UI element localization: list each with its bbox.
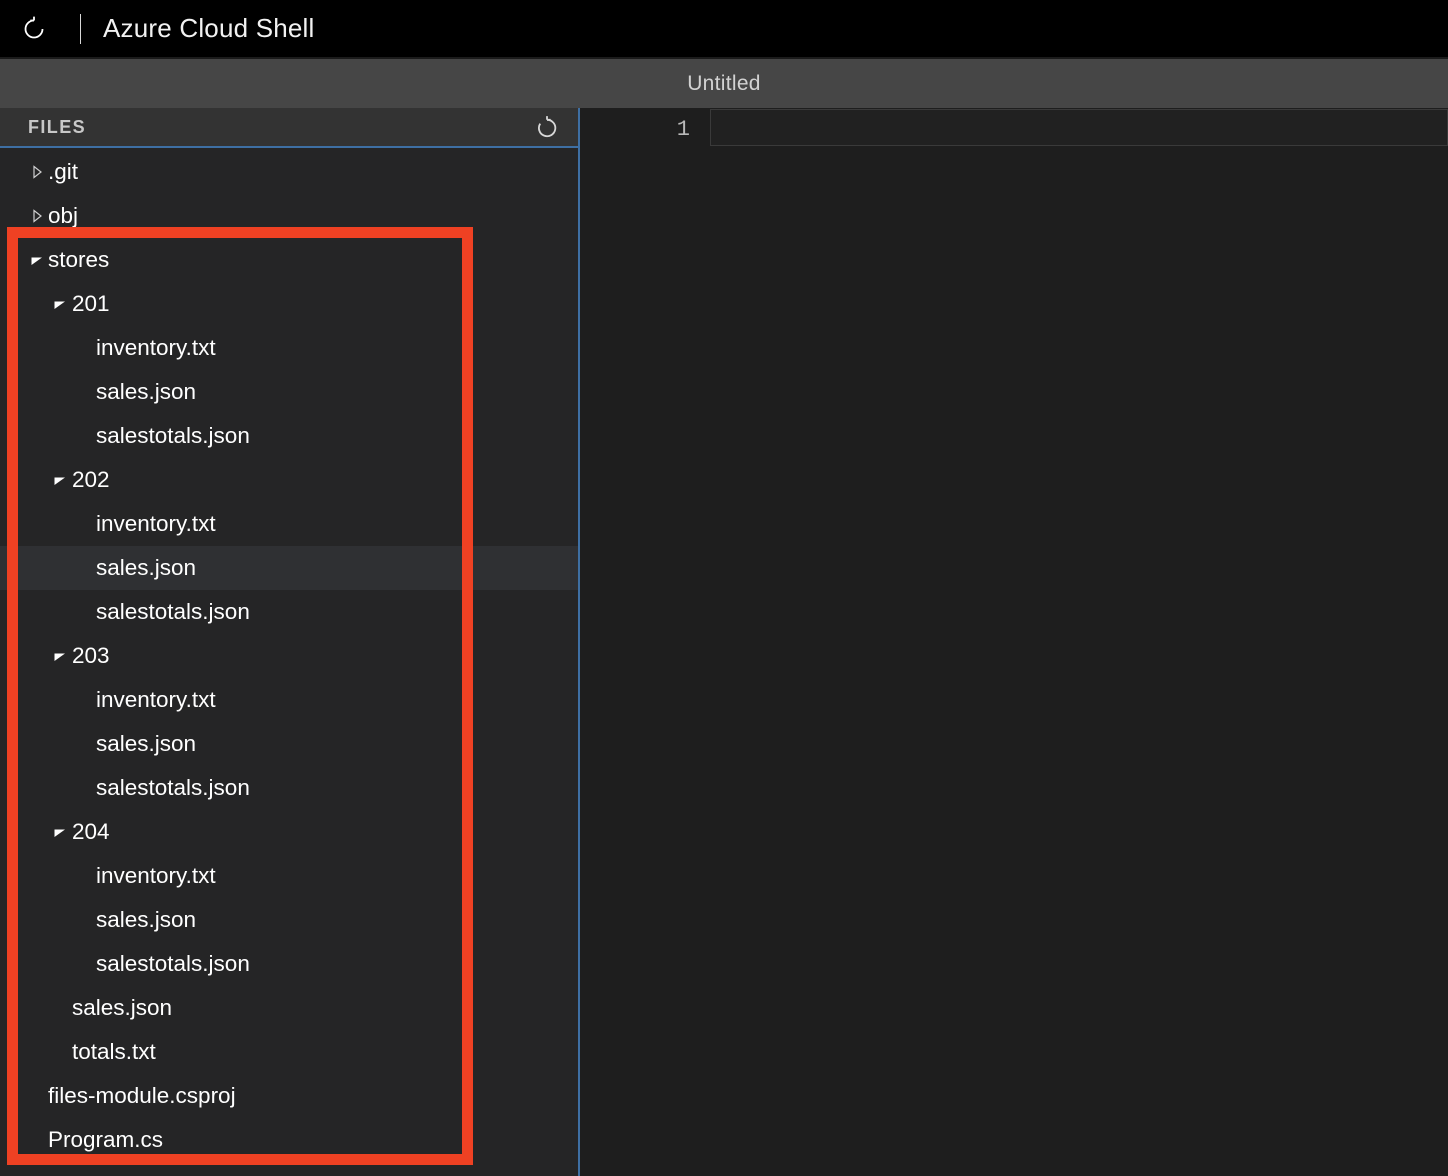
tree-folder-row[interactable]: .git bbox=[0, 150, 578, 194]
tree-folder-row[interactable]: 202 bbox=[0, 458, 578, 502]
tree-item-label: 201 bbox=[72, 291, 110, 316]
chevron-down-icon[interactable] bbox=[53, 297, 67, 311]
tree-file-row[interactable]: totals.txt bbox=[0, 1030, 578, 1074]
tree-file-row[interactable]: inventory.txt bbox=[0, 854, 578, 898]
tree-item-label: 203 bbox=[72, 643, 110, 668]
tree-file-row[interactable]: inventory.txt bbox=[0, 326, 578, 370]
chevron-down-icon[interactable] bbox=[53, 825, 67, 839]
files-header: FILES bbox=[0, 108, 578, 148]
chevron-right-icon[interactable] bbox=[30, 209, 44, 223]
tree-item-label: inventory.txt bbox=[96, 687, 216, 712]
tree-item-label: sales.json bbox=[72, 995, 173, 1020]
tree-file-row[interactable]: salestotals.json bbox=[0, 590, 578, 634]
tree-file-row[interactable]: sales.json bbox=[0, 986, 578, 1030]
tree-item-label: files-module.csproj bbox=[48, 1083, 236, 1108]
tree-file-row[interactable]: sales.json bbox=[0, 722, 578, 766]
tree-item-label: salestotals.json bbox=[96, 951, 250, 976]
tree-item-label: stores bbox=[48, 247, 110, 272]
tree-folder-row[interactable]: stores bbox=[0, 238, 578, 282]
tree-file-row[interactable]: sales.json bbox=[0, 898, 578, 942]
editor-gutter: 1 bbox=[580, 108, 710, 1176]
refresh-icon[interactable] bbox=[531, 112, 563, 144]
tree-item-label: inventory.txt bbox=[96, 511, 216, 536]
tree-item-label: 202 bbox=[72, 467, 110, 492]
tree-folder-row[interactable]: 203 bbox=[0, 634, 578, 678]
tree-file-row[interactable]: inventory.txt bbox=[0, 502, 578, 546]
tree-item-label: 204 bbox=[72, 819, 110, 844]
tab-untitled[interactable]: Untitled bbox=[687, 72, 761, 96]
tree-file-row[interactable]: files-module.csproj bbox=[0, 1074, 578, 1118]
chevron-down-icon[interactable] bbox=[30, 253, 44, 267]
files-header-label: FILES bbox=[28, 116, 87, 137]
tree-item-label: obj bbox=[48, 203, 79, 228]
tree-item-label: inventory.txt bbox=[96, 863, 216, 888]
current-line-highlight bbox=[710, 109, 1448, 146]
restart-icon[interactable] bbox=[16, 11, 52, 47]
code-editor[interactable]: 1 bbox=[580, 108, 1448, 1176]
tree-file-row[interactable]: salestotals.json bbox=[0, 414, 578, 458]
tree-item-label: salestotals.json bbox=[96, 775, 250, 800]
chevron-right-icon[interactable] bbox=[30, 165, 44, 179]
tree-file-row[interactable]: sales.json bbox=[0, 546, 578, 590]
files-sidebar: FILES .git obj stores 201 inventory.txt sales… bbox=[0, 108, 580, 1176]
title-bar: Azure Cloud Shell bbox=[0, 0, 1448, 57]
tree-file-row[interactable]: salestotals.json bbox=[0, 766, 578, 810]
tree-item-label: Program.cs bbox=[48, 1127, 164, 1152]
tree-item-label: inventory.txt bbox=[96, 335, 216, 360]
app-title: Azure Cloud Shell bbox=[103, 13, 315, 43]
line-number: 1 bbox=[676, 117, 690, 142]
tree-folder-row[interactable]: obj bbox=[0, 194, 578, 238]
tree-item-label: salestotals.json bbox=[96, 423, 250, 448]
tree-folder-row[interactable]: 201 bbox=[0, 282, 578, 326]
tree-item-label: salestotals.json bbox=[96, 599, 250, 624]
tree-file-row[interactable]: sales.json bbox=[0, 370, 578, 414]
tree-item-label: sales.json bbox=[96, 907, 197, 932]
editor-tab-strip: Untitled bbox=[0, 59, 1448, 108]
azure-cloud-shell-window: Azure Cloud Shell Untitled 1 FILES .git o… bbox=[0, 0, 1448, 1176]
tree-item-label: .git bbox=[48, 159, 79, 184]
tree-item-label: sales.json bbox=[96, 379, 197, 404]
chevron-down-icon[interactable] bbox=[53, 473, 67, 487]
tree-item-label: sales.json bbox=[96, 731, 197, 756]
tree-item-label: sales.json bbox=[96, 555, 197, 580]
tree-folder-row[interactable]: 204 bbox=[0, 810, 578, 854]
tree-file-row[interactable]: inventory.txt bbox=[0, 678, 578, 722]
title-separator bbox=[80, 13, 81, 44]
tree-file-row[interactable]: salestotals.json bbox=[0, 942, 578, 986]
tree-item-label: totals.txt bbox=[72, 1039, 156, 1064]
file-tree: .git obj stores 201 inventory.txt sales.json s… bbox=[0, 150, 578, 1176]
tree-file-row[interactable]: Program.cs bbox=[0, 1118, 578, 1162]
chevron-down-icon[interactable] bbox=[53, 649, 67, 663]
